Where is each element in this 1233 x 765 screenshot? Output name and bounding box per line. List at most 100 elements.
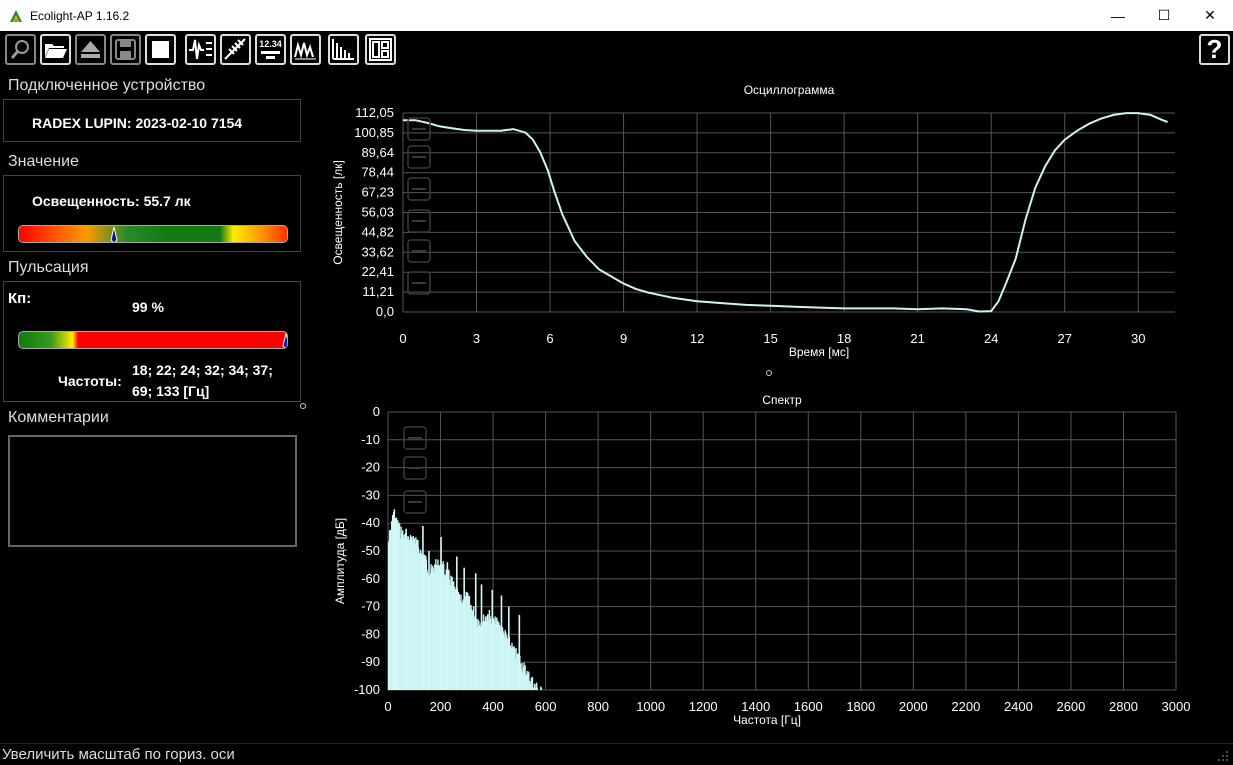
- waveform-button[interactable]: [290, 34, 321, 65]
- pulsation-section-title: Пульсация: [8, 259, 89, 276]
- resize-grip-icon[interactable]: [1217, 750, 1229, 762]
- spectrum-y-tick-label: -70: [361, 599, 380, 614]
- spectrum-x-tick-label: 1200: [689, 699, 718, 714]
- oscillogram-icon: [189, 39, 212, 60]
- spectrum-x-tick-label: 2400: [1004, 699, 1033, 714]
- spectrum-x-tick-label: 0: [384, 699, 391, 714]
- app-logo-icon: [10, 9, 22, 22]
- oscillogram-x-tick-label: 21: [910, 331, 924, 346]
- device-section-title: Подключенное устройство: [8, 77, 206, 94]
- frequencies-line-1: 18; 22; 24; 32; 34; 37;: [132, 362, 273, 378]
- spectrum-y-tick-label: 0: [373, 404, 380, 419]
- spectrum-x-tick-label: 400: [482, 699, 504, 714]
- zoom-in-icon[interactable]: [407, 177, 431, 201]
- zoom-reset-icon[interactable]: [407, 145, 431, 169]
- spectrum-y-axis-label: Амплитуда [дБ]: [333, 518, 347, 604]
- status-text: Увеличить масштаб по гориз. оси: [2, 746, 235, 763]
- pulse-icon: [224, 38, 246, 60]
- illuminance-marker-icon: [109, 226, 118, 242]
- oscillogram-y-tick-label: 100,85: [354, 125, 394, 140]
- eject-button[interactable]: [75, 34, 106, 65]
- spectrum-zoom-fit-icon[interactable]: [403, 426, 427, 450]
- spectrum-x-tick-label: 2200: [951, 699, 980, 714]
- pulsation-marker-icon: [282, 332, 287, 348]
- pan-vertical-icon[interactable]: [407, 271, 431, 295]
- oscillogram-y-tick-label: 33,62: [361, 244, 394, 259]
- illuminance-level-bar: [18, 225, 288, 243]
- oscillogram-x-tick-label: 27: [1057, 331, 1071, 346]
- spectrum-button[interactable]: [328, 34, 359, 65]
- oscillogram-y-tick-label: 78,44: [361, 165, 394, 180]
- spectrum-x-tick-label: 800: [587, 699, 609, 714]
- help-button[interactable]: ?: [1199, 34, 1230, 65]
- oscillogram-y-axis-label: Освещенность [лк]: [331, 160, 345, 265]
- oscillogram-x-tick-label: 24: [984, 331, 998, 346]
- spectrum-x-tick-label: 1000: [636, 699, 665, 714]
- oscillogram-x-tick-label: 3: [473, 331, 480, 346]
- spectrum-x-tick-label: 1400: [741, 699, 770, 714]
- spectrum-y-tick-label: -10: [361, 432, 380, 447]
- oscillogram-y-tick-label: 0,0: [376, 304, 394, 319]
- kp-value: 99 %: [132, 299, 164, 315]
- oscillogram-y-tick-label: 44,82: [361, 224, 394, 239]
- pulsation-box: Кп: 99 % Частоты: 18; 22; 24; 32; 34; 37…: [3, 281, 301, 402]
- spectrum-x-tick-label: 1600: [794, 699, 823, 714]
- stop-button[interactable]: [145, 34, 176, 65]
- search-button[interactable]: [5, 34, 36, 65]
- spectrum-y-tick-label: -60: [361, 571, 380, 586]
- oscillogram-y-tick-label: 67,23: [361, 185, 394, 200]
- spectrum-y-tick-label: -50: [361, 543, 380, 558]
- oscillogram-x-tick-label: 18: [837, 331, 851, 346]
- oscillogram-y-tick-label: 89,64: [361, 145, 394, 160]
- open-button[interactable]: [40, 34, 71, 65]
- value-box: Освещенность: 55.7 лк: [3, 175, 301, 252]
- panel-resize-handle[interactable]: [300, 403, 306, 409]
- kp-label: Кп:: [8, 290, 32, 307]
- spectrum-y-tick-label: -20: [361, 460, 380, 475]
- value-section-title: Значение: [8, 153, 79, 170]
- save-icon: [115, 39, 136, 60]
- spectrum-x-tick-label: 3000: [1162, 699, 1191, 714]
- oscillogram-x-axis-label: Время [мс]: [789, 345, 849, 359]
- comments-textarea[interactable]: [8, 435, 297, 547]
- close-button[interactable]: ✕: [1187, 0, 1233, 31]
- value-display-icon: 12.34: [259, 39, 282, 59]
- oscillogram-x-tick-label: 12: [690, 331, 704, 346]
- stop-icon: [152, 41, 169, 58]
- spectrum-zoom-in-icon[interactable]: [403, 490, 427, 514]
- oscillogram-x-tick-label: 0: [399, 331, 406, 346]
- eject-icon: [81, 41, 100, 58]
- zoom-out-icon[interactable]: [407, 209, 431, 233]
- title-bar: Ecolight-AP 1.16.2 — ☐ ✕: [0, 0, 1233, 31]
- oscillogram-button[interactable]: [185, 34, 216, 65]
- save-button[interactable]: [110, 34, 141, 65]
- value-display-button[interactable]: 12.34: [255, 34, 286, 65]
- spectrum-x-axis-label: Частота [Гц]: [733, 713, 801, 727]
- spectrum-x-tick-label: 600: [535, 699, 557, 714]
- spectrum-x-tick-label: 2600: [1056, 699, 1085, 714]
- oscillogram-y-tick-label: 112,05: [355, 105, 394, 120]
- open-folder-icon: [45, 44, 67, 58]
- frequencies-line-2: 69; 133 [Гц]: [132, 383, 210, 399]
- illuminance-reading: Освещенность: 55.7 лк: [32, 193, 191, 209]
- oscillogram-y-tick-label: 11,21: [362, 284, 394, 299]
- device-box: RADEX LUPIN: 2023-02-10 7154: [3, 99, 301, 142]
- chart-splitter-handle[interactable]: [766, 370, 772, 376]
- minimize-button[interactable]: —: [1095, 0, 1141, 31]
- oscillogram-y-tick-label: 56,03: [361, 204, 394, 219]
- status-bar: Увеличить масштаб по гориз. оси: [0, 743, 1233, 765]
- maximize-button[interactable]: ☐: [1141, 0, 1187, 31]
- layout-button[interactable]: [365, 34, 396, 65]
- pulsation-level-bar: [18, 331, 288, 349]
- pulse-button[interactable]: [220, 34, 251, 65]
- oscillogram-x-tick-label: 6: [546, 331, 553, 346]
- pan-horizontal-icon[interactable]: [407, 239, 431, 263]
- value-display-text: 12.34: [259, 39, 282, 49]
- spectrum-title: Спектр: [762, 393, 802, 407]
- layout-icon: [369, 38, 392, 61]
- frequencies-label: Частоты:: [58, 373, 122, 389]
- spectrum-x-tick-label: 2800: [1109, 699, 1138, 714]
- device-name: RADEX LUPIN: 2023-02-10 7154: [32, 115, 243, 131]
- spectrum-y-tick-label: -100: [354, 682, 380, 697]
- window-title: Ecolight-AP 1.16.2: [30, 8, 130, 23]
